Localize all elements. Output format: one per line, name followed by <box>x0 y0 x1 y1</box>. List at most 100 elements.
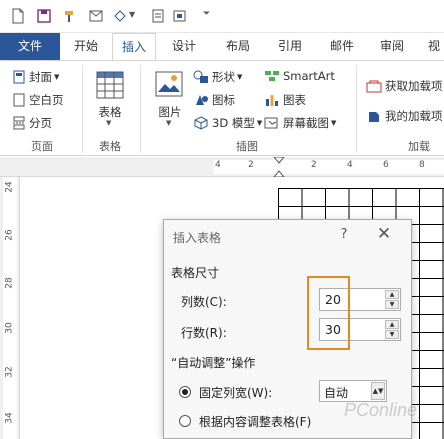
close-button[interactable]: ✕ <box>374 224 394 244</box>
page-break-label: 分页 <box>29 116 52 130</box>
my-addins-label: 我的加载项 <box>385 109 443 123</box>
picture-icon[interactable] <box>154 70 184 98</box>
cube-icon <box>194 116 208 130</box>
decrement-arrow-icon[interactable]: ▼ <box>385 300 399 309</box>
new-document-icon[interactable] <box>10 8 26 24</box>
customize-toolbar-icon[interactable]: ⏷ <box>203 9 210 19</box>
tab-file[interactable]: 文件 <box>0 33 60 60</box>
frame-icon[interactable] <box>172 8 188 24</box>
smartart-icon <box>265 71 279 81</box>
chevron-down-icon: ▼ <box>256 119 263 127</box>
table-icon[interactable] <box>95 70 125 100</box>
ruler-active-area <box>3 177 17 439</box>
icons-button[interactable]: 图标 <box>193 92 235 108</box>
ribbon: 封面 ▼ 空白页 分页 页面 表格 ▼ 表格 图片 ▼ 形状 ▼ 图标 3D 模型 ▼ <box>0 60 444 156</box>
screenshot-icon <box>264 117 278 129</box>
shapes-label: 形状 <box>212 70 235 84</box>
group-divider <box>82 65 83 153</box>
autofit-heading: “自动调整”操作 <box>171 356 256 370</box>
fixed-width-label[interactable]: 固定列宽(W): <box>199 384 272 401</box>
tab-design[interactable]: 设计 <box>164 33 204 60</box>
picture-button-label[interactable]: 图片 <box>150 104 190 120</box>
blank-page-label: 空白页 <box>29 93 64 107</box>
ruler-number: 4 <box>215 160 221 170</box>
group-divider <box>356 65 357 153</box>
ruler-number: 34 <box>4 412 15 424</box>
envelope-icon[interactable] <box>88 8 104 24</box>
ruler-number: 24 <box>4 181 15 193</box>
tab-references[interactable]: 引用 <box>270 33 310 60</box>
smartart-button[interactable]: SmartArt <box>264 69 335 83</box>
increment-arrow-icon[interactable]: ▲ <box>385 320 399 329</box>
smartart-label: SmartArt <box>283 69 335 83</box>
cover-page-icon <box>13 70 25 84</box>
save-icon[interactable] <box>36 8 52 24</box>
decrement-arrow-icon[interactable]: ▼ <box>385 330 399 339</box>
autofit-content-radio[interactable] <box>179 415 191 427</box>
stepper-arrows[interactable]: ▲ ▼ <box>385 320 399 339</box>
ruler-number: 2 <box>248 160 254 170</box>
bar-chart-icon <box>266 95 278 106</box>
tab-layout[interactable]: 布局 <box>218 33 258 60</box>
indent-marker-icon[interactable] <box>273 157 285 177</box>
chevron-down-icon[interactable]: ▼ <box>166 119 171 127</box>
3d-models-button[interactable]: 3D 模型 ▼ <box>193 115 262 131</box>
my-addins-button[interactable]: 我的加载项 <box>366 108 443 124</box>
ruler-number: 32 <box>4 366 15 378</box>
illustrations-group-label: 插图 <box>236 140 258 153</box>
table-size-heading: 表格尺寸 <box>171 266 220 280</box>
pages-group-label: 页面 <box>31 140 53 153</box>
tab-insert[interactable]: 插入 <box>112 33 156 61</box>
chevron-down-icon: ▼ <box>331 119 337 127</box>
help-button[interactable]: ? <box>336 227 352 242</box>
table-group-label: 表格 <box>99 140 121 153</box>
page-break-button[interactable]: 分页 <box>12 115 52 131</box>
chart-label: 图表 <box>283 93 306 107</box>
screenshot-button[interactable]: 屏幕截图 ▼ <box>264 115 336 131</box>
get-addins-button[interactable]: 获取加载项 <box>366 78 443 94</box>
increment-arrow-icon[interactable]: ▲ <box>385 290 399 299</box>
ribbon-tabs: 文件 开始 插入 设计 布局 引用 邮件 审阅 视 <box>0 33 444 61</box>
fixed-width-radio[interactable] <box>179 386 191 398</box>
rows-label: 行数(R): <box>181 326 227 340</box>
highlight-box <box>307 276 350 350</box>
ruler-number: 26 <box>4 229 15 241</box>
tab-mailings[interactable]: 邮件 <box>322 33 362 60</box>
chart-button[interactable]: 图表 <box>264 92 306 108</box>
table-button-label[interactable]: 表格 <box>90 104 130 120</box>
print-preview-icon[interactable] <box>150 8 166 24</box>
blank-page-button[interactable]: 空白页 <box>12 92 64 108</box>
vertical-ruler[interactable]: 24 26 28 30 32 34 <box>0 177 20 439</box>
ruler-number: 8 <box>419 160 425 170</box>
group-divider <box>140 65 141 153</box>
spin-arrows-icon[interactable]: ▲▼ <box>371 382 385 400</box>
ruler-number: 2 <box>311 160 317 170</box>
cover-page-button[interactable]: 封面 ▼ <box>12 69 59 85</box>
blank-page-icon <box>13 93 25 107</box>
dialog-title: 插入表格 <box>173 231 222 245</box>
tab-review[interactable]: 审阅 <box>372 33 412 60</box>
chevron-down-icon[interactable]: ▼ <box>106 119 111 127</box>
autofit-content-label[interactable]: 根据内容调整表格(F) <box>199 413 311 430</box>
page-break-icon <box>13 116 25 130</box>
store-icon <box>366 80 382 93</box>
quick-access-toolbar: ▼ ⏷ <box>0 0 444 33</box>
chevron-down-icon[interactable]: ▼ <box>129 10 135 19</box>
shapes-button[interactable]: 形状 ▼ <box>193 69 242 85</box>
columns-label: 列数(C): <box>181 295 227 309</box>
tab-view[interactable]: 视 <box>424 33 444 60</box>
shapes-icon <box>193 70 208 83</box>
watermark: PConline <box>344 400 418 420</box>
chevron-down-icon: ▼ <box>54 73 60 81</box>
addin-icon <box>369 112 379 122</box>
shape-dropdown-icon[interactable] <box>112 8 128 24</box>
format-painter-icon[interactable] <box>62 8 78 24</box>
screenshot-label: 屏幕截图 <box>283 116 329 130</box>
stepper-arrows[interactable]: ▲ ▼ <box>385 290 399 309</box>
tab-home[interactable]: 开始 <box>66 33 106 60</box>
cover-page-label: 封面 <box>29 70 52 84</box>
horizontal-ruler[interactable]: 4 2 2 4 6 8 <box>0 157 444 177</box>
get-addins-label: 获取加载项 <box>385 79 443 93</box>
ruler-number: 4 <box>347 160 353 170</box>
fixed-width-select[interactable]: 自动 ▲▼ <box>319 380 387 402</box>
